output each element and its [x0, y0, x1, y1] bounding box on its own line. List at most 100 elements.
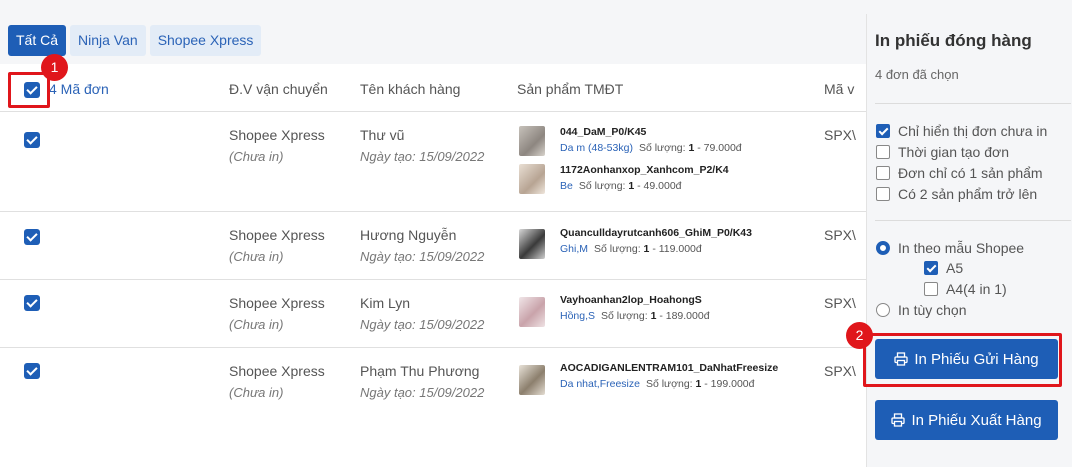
printer-icon — [891, 413, 906, 427]
product-thumbnail — [519, 229, 545, 259]
product-qty: 1 — [688, 142, 695, 154]
tab-ninja-van[interactable]: Ninja Van — [70, 25, 146, 56]
button-label: In Phiếu Xuất Hàng — [911, 411, 1042, 429]
filter-multi-product[interactable]: Có 2 sản phẩm trở lên — [876, 186, 1037, 202]
size-a4-option[interactable]: A4(4 in 1) — [924, 281, 1007, 297]
row-carrier: Shopee Xpress — [229, 227, 325, 243]
row-tracking-code: SPX\ — [824, 363, 856, 379]
row-checkbox[interactable] — [24, 295, 40, 311]
orders-table: 4 Mã đơn Đ.V vận chuyển Tên khách hàng S… — [0, 64, 866, 467]
radio[interactable] — [876, 303, 890, 317]
tab-all[interactable]: Tất Cả — [8, 25, 67, 56]
table-row[interactable]: Shopee Xpress (Chưa in) Phạm Thu Phương … — [0, 349, 866, 416]
row-tracking-code: SPX\ — [824, 227, 856, 243]
checkbox[interactable] — [876, 187, 890, 201]
row-created-date: Ngày tạo: 15/09/2022 — [360, 149, 485, 164]
checkbox[interactable] — [876, 166, 890, 180]
radio-custom-print[interactable]: In tùy chọn — [876, 302, 967, 318]
header-customer: Tên khách hàng — [360, 81, 461, 97]
divider — [875, 103, 1071, 104]
product-thumbnail — [519, 365, 545, 395]
product-details: Da m (48-53kg) Số lượng: 1 - 79.000đ — [560, 142, 742, 154]
row-created-date: Ngày tạo: 15/09/2022 — [360, 317, 485, 332]
row-carrier: Shopee Xpress — [229, 295, 325, 311]
tab-shopee-xpress[interactable]: Shopee Xpress — [149, 25, 262, 56]
table-row[interactable]: Shopee Xpress (Chưa in) Thư vũ Ngày tạo:… — [0, 113, 866, 212]
product-thumbnail — [519, 297, 545, 327]
row-checkbox[interactable] — [24, 229, 40, 245]
header-carrier: Đ.V vận chuyển — [229, 81, 328, 97]
filter-single-product[interactable]: Đơn chỉ có 1 sản phẩm — [876, 165, 1043, 181]
product-qty-label: Số lượng: — [601, 310, 648, 322]
product-price: - 199.000đ — [704, 378, 755, 390]
row-checkbox[interactable] — [24, 363, 40, 379]
row-print-status: (Chưa in) — [229, 249, 284, 264]
product-variant: Be — [560, 180, 573, 192]
product-variant: Hồng,S — [560, 310, 596, 322]
filter-created-time[interactable]: Thời gian tạo đơn — [876, 144, 1009, 160]
product-qty: 1 — [628, 180, 635, 192]
filter-unprinted-only[interactable]: Chỉ hiển thị đơn chưa in — [876, 123, 1047, 139]
row-created-date: Ngày tạo: 15/09/2022 — [360, 249, 485, 264]
product-price: - 189.000đ — [659, 310, 710, 322]
product-price: - 49.000đ — [637, 180, 682, 192]
row-checkbox[interactable] — [24, 132, 40, 148]
row-customer: Thư vũ — [360, 127, 405, 143]
product-name: 1172Aonhanxop_Xanhcom_P2/K4 — [560, 164, 729, 176]
row-tracking-code: SPX\ — [824, 295, 856, 311]
selected-count: 4 đơn đã chọn — [875, 67, 959, 82]
row-customer: Phạm Thu Phương — [360, 363, 480, 379]
print-export-slip-button[interactable]: In Phiếu Xuất Hàng — [875, 400, 1058, 440]
product-qty: 1 — [695, 378, 702, 390]
row-customer: Hương Nguyễn — [360, 227, 457, 243]
row-carrier: Shopee Xpress — [229, 127, 325, 143]
product-thumbnail — [519, 164, 545, 194]
checkbox[interactable] — [876, 145, 890, 159]
product-variant: Ghi,M — [560, 243, 589, 255]
table-header: 4 Mã đơn Đ.V vận chuyển Tên khách hàng S… — [0, 64, 866, 112]
product-thumbnail — [519, 126, 545, 156]
product-qty-label: Số lượng: — [594, 243, 641, 255]
radio-label: In tùy chọn — [898, 302, 967, 318]
radio-shopee-template[interactable]: In theo mẫu Shopee — [876, 240, 1024, 256]
product-details: Da nhat,Freesize Số lượng: 1 - 199.000đ — [560, 378, 754, 390]
size-a5-option[interactable]: A5 — [924, 260, 963, 276]
highlight-select-all — [8, 72, 50, 108]
size-label: A5 — [946, 260, 964, 276]
product-name: 044_DaM_P0/K45 — [560, 126, 647, 138]
panel-title: In phiếu đóng hàng — [875, 31, 1032, 50]
product-price: - 79.000đ — [697, 142, 742, 154]
product-details: Ghi,M Số lượng: 1 - 119.000đ — [560, 243, 702, 255]
step-badge-1: 1 — [41, 54, 68, 81]
filter-label: Có 2 sản phẩm trở lên — [898, 186, 1038, 202]
checkbox[interactable] — [876, 124, 890, 138]
radio[interactable] — [876, 241, 890, 255]
product-qty-label: Số lượng: — [638, 142, 686, 154]
radio-label: In theo mẫu Shopee — [898, 240, 1025, 256]
product-name: Quanculldayrutcanh606_GhiM_P0/K43 — [560, 227, 752, 239]
checkbox[interactable] — [924, 282, 938, 296]
product-qty-label: Số lượng: — [578, 180, 626, 192]
row-print-status: (Chưa in) — [229, 385, 284, 400]
product-qty-label: Số lượng: — [645, 378, 693, 390]
product-qty: 1 — [643, 243, 650, 255]
row-customer: Kim Lyn — [360, 295, 411, 311]
highlight-print-button — [863, 333, 1062, 387]
product-name: Vayhoanhan2lop_HoahongS — [560, 294, 702, 306]
row-print-status: (Chưa in) — [229, 149, 284, 164]
product-name: AOCADIGANLENTRAM101_DaNhatFreesize — [560, 362, 779, 374]
product-variant: Da m (48-53kg) — [560, 142, 633, 154]
carrier-tabs: Tất Cả Ninja Van Shopee Xpress — [8, 25, 262, 56]
step-badge-2: 2 — [846, 322, 873, 349]
header-code: Mã v — [824, 81, 855, 97]
row-created-date: Ngày tạo: 15/09/2022 — [360, 385, 485, 400]
header-products: Sản phẩm TMĐT — [517, 81, 624, 97]
product-qty: 1 — [650, 310, 657, 322]
filter-label: Chỉ hiển thị đơn chưa in — [898, 123, 1048, 139]
checkbox[interactable] — [924, 261, 938, 275]
row-tracking-code: SPX\ — [824, 127, 856, 143]
table-row[interactable]: Shopee Xpress (Chưa in) Hương Nguyễn Ngà… — [0, 213, 866, 280]
page: Tất Cả Ninja Van Shopee Xpress 4 Mã đơn … — [0, 0, 1072, 467]
filter-label: Thời gian tạo đơn — [898, 144, 1009, 160]
table-row[interactable]: Shopee Xpress (Chưa in) Kim Lyn Ngày tạo… — [0, 281, 866, 348]
